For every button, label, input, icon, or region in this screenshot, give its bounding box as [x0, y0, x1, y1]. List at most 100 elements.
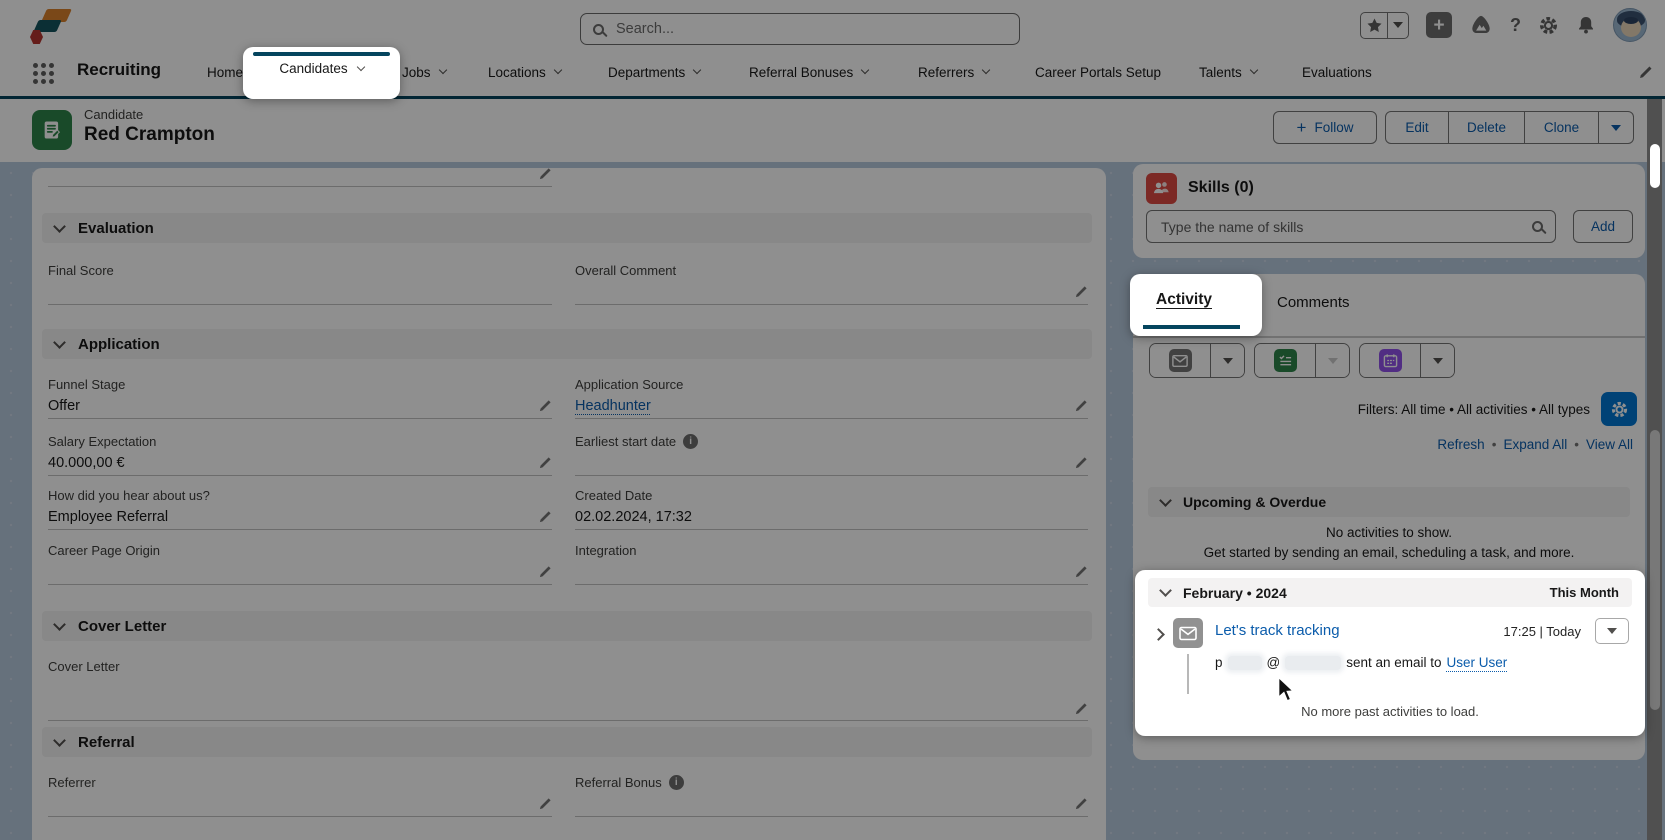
field-cover-letter: Cover Letter — [48, 656, 1088, 721]
tab-talents[interactable]: Talents — [1199, 48, 1257, 96]
chevron-down-icon[interactable] — [438, 66, 446, 74]
chevron-down-icon — [53, 734, 66, 747]
skills-search[interactable] — [1146, 210, 1556, 243]
chevron-down-icon[interactable] — [1250, 66, 1258, 74]
skills-search-input[interactable] — [1159, 218, 1524, 236]
global-search[interactable] — [580, 13, 1020, 45]
info-icon[interactable]: i — [669, 775, 684, 790]
empty-activities-line2: Get started by sending an email, schedul… — [1133, 545, 1645, 560]
expand-all-link[interactable]: Expand All — [1503, 437, 1567, 452]
more-actions-button[interactable] — [1599, 111, 1634, 144]
chevron-down-icon[interactable] — [982, 66, 990, 74]
section-referral[interactable]: Referral — [42, 727, 1092, 757]
edit-pencil-icon[interactable] — [538, 399, 552, 413]
tab-home[interactable]: Home — [207, 48, 243, 96]
tab-label: Career Portals Setup — [1035, 65, 1161, 80]
tab-locations[interactable]: Locations — [488, 48, 561, 96]
search-input[interactable] — [614, 20, 1007, 38]
edit-pencil-icon[interactable] — [1074, 285, 1088, 299]
activity-actions-dropdown[interactable] — [1595, 618, 1629, 644]
activity-filters-row: Filters: All time • All activities • All… — [1358, 392, 1637, 426]
view-all-link[interactable]: View All — [1586, 437, 1633, 452]
edit-pencil-icon[interactable] — [1074, 797, 1088, 811]
event-action-button[interactable] — [1360, 344, 1420, 377]
delete-button[interactable]: Delete — [1449, 111, 1525, 144]
edit-pencil-icon[interactable] — [538, 565, 552, 579]
user-avatar[interactable] — [1613, 8, 1647, 42]
tab-candidates[interactable]: Candidates — [243, 61, 400, 76]
chevron-down-icon[interactable] — [861, 66, 869, 74]
application-source-link[interactable]: Headhunter — [575, 398, 651, 414]
chevron-down-icon[interactable] — [356, 62, 364, 70]
record-header: Candidate Red Crampton + Follow Edit Del… — [0, 99, 1665, 162]
dot-separator: • — [1492, 437, 1497, 452]
notifications-bell-icon[interactable] — [1576, 15, 1596, 35]
tab-referrers[interactable]: Referrers — [918, 48, 989, 96]
email-action-group — [1149, 343, 1245, 378]
edit-label: Edit — [1405, 120, 1428, 135]
candidate-record-icon — [32, 110, 72, 150]
add-skill-button[interactable]: Add — [1573, 210, 1633, 243]
email-icon — [1169, 349, 1192, 372]
search-icon[interactable] — [1532, 221, 1543, 232]
scrollbar-thumb-highlighted[interactable] — [1650, 144, 1660, 188]
tab-label: Evaluations — [1302, 65, 1372, 80]
follow-button[interactable]: + Follow — [1273, 111, 1377, 144]
star-icon[interactable] — [1361, 13, 1387, 38]
upcoming-overdue-header[interactable]: Upcoming & Overdue — [1148, 487, 1630, 517]
section-evaluation[interactable]: Evaluation — [42, 213, 1092, 243]
tab-referral-bonuses[interactable]: Referral Bonuses — [749, 48, 868, 96]
task-action-button[interactable] — [1255, 344, 1315, 377]
email-subject-link[interactable]: Let's track tracking — [1215, 622, 1340, 639]
edit-pencil-icon[interactable] — [538, 510, 552, 524]
email-dropdown-button[interactable] — [1210, 344, 1244, 377]
tab-activity[interactable]: Activity — [1156, 291, 1212, 309]
tab-departments[interactable]: Departments — [608, 48, 700, 96]
app-launcher-icon[interactable] — [33, 63, 54, 84]
tab-jobs[interactable]: Jobs — [402, 48, 446, 96]
favorites-button-group[interactable] — [1360, 12, 1409, 39]
field-referrer: Referrer — [48, 772, 552, 817]
refresh-link[interactable]: Refresh — [1437, 437, 1484, 452]
spotlight-candidates-tab[interactable]: Candidates — [243, 47, 400, 99]
edit-pencil-icon[interactable] — [1074, 399, 1088, 413]
edit-pencil-icon[interactable] — [1074, 565, 1088, 579]
event-dropdown-button[interactable] — [1420, 344, 1454, 377]
dot-separator: • — [1574, 437, 1579, 452]
edit-pencil-icon[interactable] — [1074, 456, 1088, 470]
section-cover-letter[interactable]: Cover Letter — [42, 611, 1092, 641]
trailhead-icon[interactable] — [1469, 14, 1493, 36]
task-dropdown-button[interactable] — [1315, 344, 1349, 377]
edit-pencil-icon[interactable] — [538, 797, 552, 811]
setup-gear-icon[interactable] — [1538, 15, 1559, 36]
edit-button[interactable]: Edit — [1385, 111, 1449, 144]
scrollbar-thumb[interactable] — [1650, 430, 1660, 710]
chevron-down-icon — [1328, 358, 1338, 364]
quick-add-button[interactable]: + — [1426, 12, 1452, 38]
clone-button[interactable]: Clone — [1525, 111, 1599, 144]
edit-pencil-icon[interactable] — [538, 456, 552, 470]
edit-pencil-icon[interactable] — [1074, 702, 1088, 716]
tab-evaluations[interactable]: Evaluations — [1302, 48, 1372, 96]
actor-link[interactable]: User User — [1447, 655, 1508, 670]
description-text: sent an email to — [1346, 655, 1441, 670]
activity-filter-gear-button[interactable] — [1601, 392, 1637, 426]
tab-comments[interactable]: Comments — [1277, 294, 1350, 311]
help-icon[interactable]: ? — [1510, 15, 1521, 36]
info-icon[interactable]: i — [683, 434, 698, 449]
field-hear-about-us: How did you hear about us? Employee Refe… — [48, 485, 552, 530]
favorites-dropdown-chevron[interactable] — [1387, 13, 1408, 38]
chevron-down-icon[interactable] — [693, 66, 701, 74]
spotlight-activity-tab[interactable]: Activity — [1130, 274, 1262, 336]
email-action-button[interactable] — [1150, 344, 1210, 377]
chevron-down-icon[interactable] — [554, 66, 562, 74]
tab-career-portals-setup[interactable]: Career Portals Setup — [1035, 48, 1161, 96]
activity-links-row: Refresh • Expand All • View All — [1437, 437, 1633, 452]
expand-activity-chevron[interactable] — [1154, 626, 1163, 644]
edit-nav-pencil-icon[interactable] — [1638, 48, 1653, 96]
spotlight-february-activities: February • 2024 This Month Let's track t… — [1135, 570, 1645, 736]
month-section-header[interactable]: February • 2024 This Month — [1148, 578, 1632, 607]
section-application[interactable]: Application — [42, 329, 1092, 359]
edit-pencil-icon[interactable] — [538, 167, 552, 181]
chevron-down-icon — [53, 220, 66, 233]
